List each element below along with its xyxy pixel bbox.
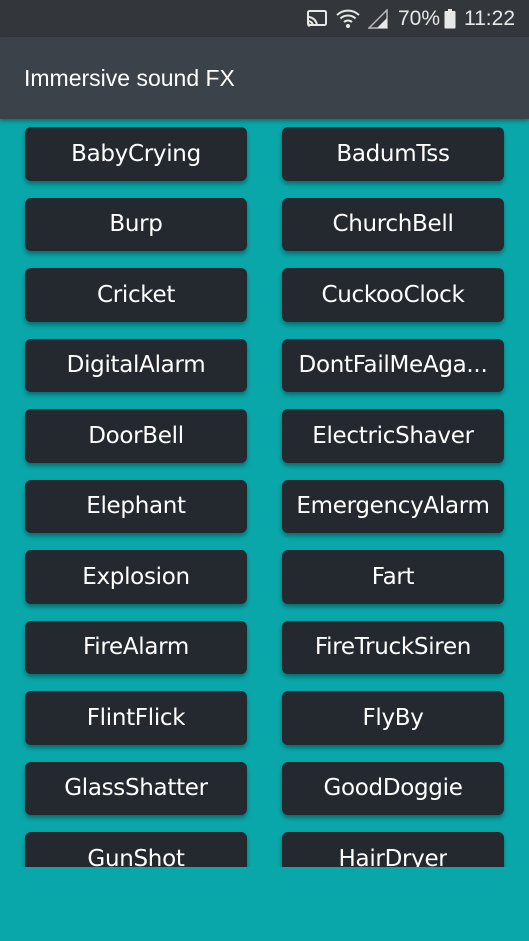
sound-button-firealarm[interactable]: FireAlarm [25,620,247,674]
sound-button-hairdryer[interactable]: HairDryer [282,832,504,867]
signal-icon [367,8,388,29]
sound-button-label: ElectricShaver [312,422,474,449]
sound-button-digitalalarm[interactable]: DigitalAlarm [25,338,247,392]
sound-button-label: GlassShatter [64,775,208,802]
sound-button-doorbell[interactable]: DoorBell [25,409,247,463]
sound-button-fart[interactable]: Fart [282,550,504,604]
battery-icon [444,8,456,29]
sound-button-label: HairDryer [338,845,448,867]
app-bar: Immersive sound FX [0,37,529,119]
sound-button-glassshatter[interactable]: GlassShatter [25,761,247,815]
sound-button-firetrucksiren[interactable]: FireTruckSiren [282,620,504,674]
sound-button-label: BabyCrying [71,140,201,167]
battery-percentage: 70% [397,6,440,30]
cast-icon [306,9,328,28]
sound-button-label: BadumTss [336,140,450,167]
sound-list[interactable]: BabyCrying BadumTss Burp ChurchBell Cricket C… [0,119,529,867]
sound-button-electricshaver[interactable]: ElectricShaver [282,409,504,463]
sound-button-dontfailmeaga[interactable]: DontFailMeAga... [282,338,504,392]
sound-button-label: ChurchBell [332,211,454,238]
sound-button-label: Fart [371,563,415,590]
sound-button-label: EmergencyAlarm [296,493,490,520]
sound-button-label: DontFailMeAga... [298,352,488,379]
sound-button-label: FlintFlick [86,704,186,731]
sound-button-gunshot[interactable]: GunShot [25,832,247,867]
sound-button-flintflick[interactable]: FlintFlick [25,691,247,745]
app-title: Immersive sound FX [24,64,235,91]
sound-button-label: CuckooClock [321,281,465,308]
sound-button-churchbell[interactable]: ChurchBell [282,197,504,251]
sound-button-cuckooclock[interactable]: CuckooClock [282,268,504,322]
sound-button-elephant[interactable]: Elephant [25,479,247,533]
sound-button-babycrying[interactable]: BabyCrying [25,127,247,181]
sound-button-label: DigitalAlarm [66,352,206,379]
sound-button-label: DoorBell [88,422,184,449]
wifi-icon [336,9,360,29]
sound-button-emergencyalarm[interactable]: EmergencyAlarm [282,479,504,533]
sound-button-burp[interactable]: Burp [25,197,247,251]
clock: 11:22 [464,6,515,30]
sound-button-label: Cricket [96,281,176,308]
sound-button-label: FireAlarm [82,634,190,661]
sound-button-label: FireTruckSiren [314,634,472,661]
sound-button-label: Burp [109,211,163,238]
sound-button-cricket[interactable]: Cricket [25,268,247,322]
sound-button-explosion[interactable]: Explosion [25,550,247,604]
sound-button-label: GunShot [87,845,185,867]
sound-button-badumtss[interactable]: BadumTss [282,127,504,181]
sound-button-gooddoggie[interactable]: GoodDoggie [282,761,504,815]
status-bar: 70% 11:22 [0,0,529,37]
sound-button-flyby[interactable]: FlyBy [282,691,504,745]
sound-button-label: Elephant [86,493,186,520]
sound-button-label: GoodDoggie [323,775,463,802]
sound-button-label: Explosion [82,563,190,590]
sound-button-label: FlyBy [362,704,424,731]
sound-grid: BabyCrying BadumTss Burp ChurchBell Cricket C… [25,127,505,867]
